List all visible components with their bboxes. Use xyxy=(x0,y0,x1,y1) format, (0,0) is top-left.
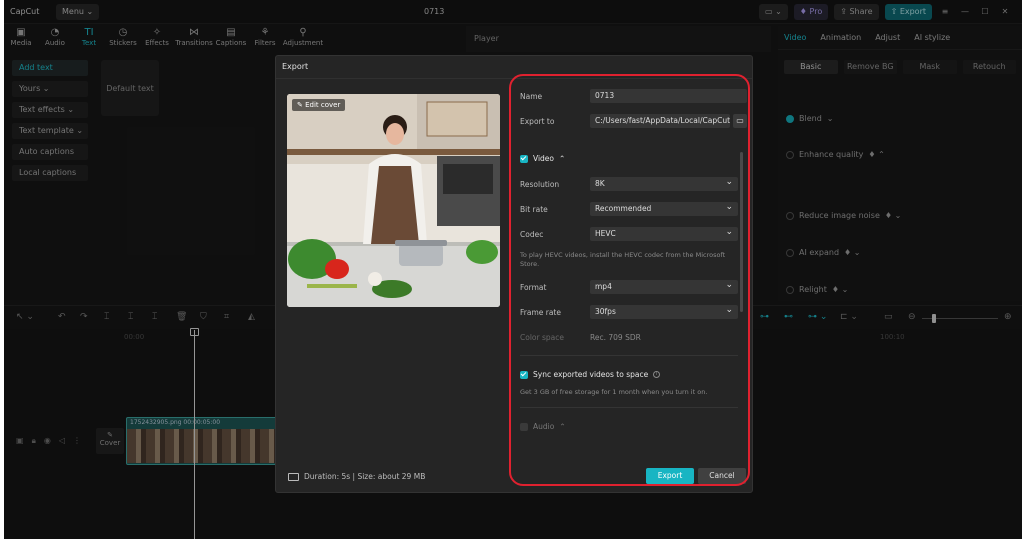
edit-cover-button[interactable]: ✎ Edit cover xyxy=(292,99,346,111)
capcut-app: CapCut Menu ⌄ 0713 ▭ ⌄ ♦ Pro ⇪ Share ⇧ E… xyxy=(4,0,1022,539)
highlight-annotation xyxy=(509,74,750,486)
export-dialog-title: Export xyxy=(282,62,309,71)
pencil-icon: ✎ xyxy=(297,101,303,109)
film-icon xyxy=(288,472,299,481)
duration-size-info: Duration: 5s | Size: about 29 MB xyxy=(288,472,425,481)
cover-preview[interactable]: ✎ Edit cover xyxy=(287,94,500,307)
cover-image xyxy=(287,94,500,307)
